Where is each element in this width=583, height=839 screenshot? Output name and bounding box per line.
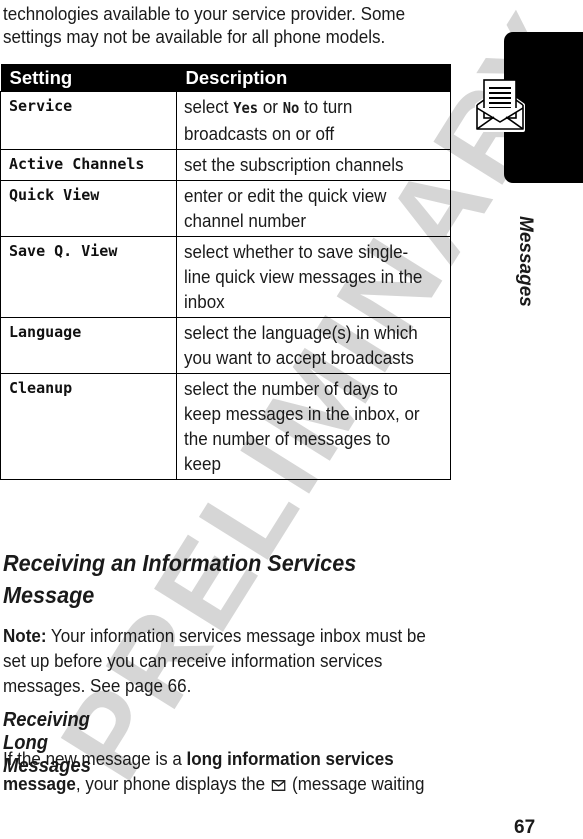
para-text: If the new message is a [3, 748, 187, 769]
table-header-row: Setting Description [0, 64, 451, 92]
open-envelope-letter-icon [475, 79, 525, 132]
description-cell: set the subscription channels [176, 149, 451, 181]
setting-cell: Quick View [0, 180, 177, 237]
setting-cell: Active Channels [0, 149, 177, 181]
section-heading: Receiving an Information Services Messag… [3, 550, 357, 608]
keyword-no: No [282, 99, 300, 117]
settings-table: Setting Description Service select Yes o… [0, 64, 451, 480]
description-cell: select whether to save single-line quick… [176, 236, 451, 318]
envelope-icon [271, 780, 286, 791]
desc-text: select the number of days to keep messag… [184, 378, 420, 474]
setting-cell: Language [0, 317, 177, 374]
setting-cell: Service [0, 91, 177, 150]
desc-text: or [258, 96, 283, 117]
setting-cell: Cleanup [0, 373, 177, 480]
page-number: 67 [514, 817, 536, 838]
header-description: Description [176, 64, 451, 92]
description-cell: select Yes or No to turn broadcasts on o… [176, 91, 451, 150]
keyword-yes: Yes [233, 99, 259, 117]
description-cell: enter or edit the quick view channel num… [176, 180, 451, 237]
table-row: Save Q. View select whether to save sing… [0, 236, 451, 318]
note-text: Your information services message inbox … [3, 625, 426, 696]
note-paragraph: Note: Your information services message … [3, 623, 435, 698]
desc-text: enter or edit the quick view channel num… [184, 185, 387, 231]
table-row: Service select Yes or No to turn broadca… [0, 91, 451, 150]
side-section-label: Messages [515, 216, 536, 307]
intro-paragraph: technologies available to your service p… [3, 3, 406, 47]
header-setting: Setting [0, 64, 177, 92]
setting-cell: Save Q. View [0, 236, 177, 318]
desc-text: select whether to save single-line quick… [184, 241, 423, 312]
desc-text: select the language(s) in which you want… [184, 322, 418, 368]
desc-text: set the subscription channels [184, 154, 404, 175]
table-row: Cleanup select the number of days to kee… [0, 373, 451, 480]
long-message-paragraph: If the new message is a long information… [3, 746, 435, 796]
table-row: Language select the language(s) in which… [0, 317, 451, 374]
para-text: (message waiting [287, 773, 425, 794]
table-row: Active Channels set the subscription cha… [0, 149, 451, 181]
para-text: , your phone displays the [75, 773, 270, 794]
description-cell: select the language(s) in which you want… [176, 317, 451, 374]
desc-text: select [184, 96, 234, 117]
note-label: Note: [3, 625, 47, 646]
table-row: Quick View enter or edit the quick view … [0, 180, 451, 237]
description-cell: select the number of days to keep messag… [176, 373, 451, 480]
